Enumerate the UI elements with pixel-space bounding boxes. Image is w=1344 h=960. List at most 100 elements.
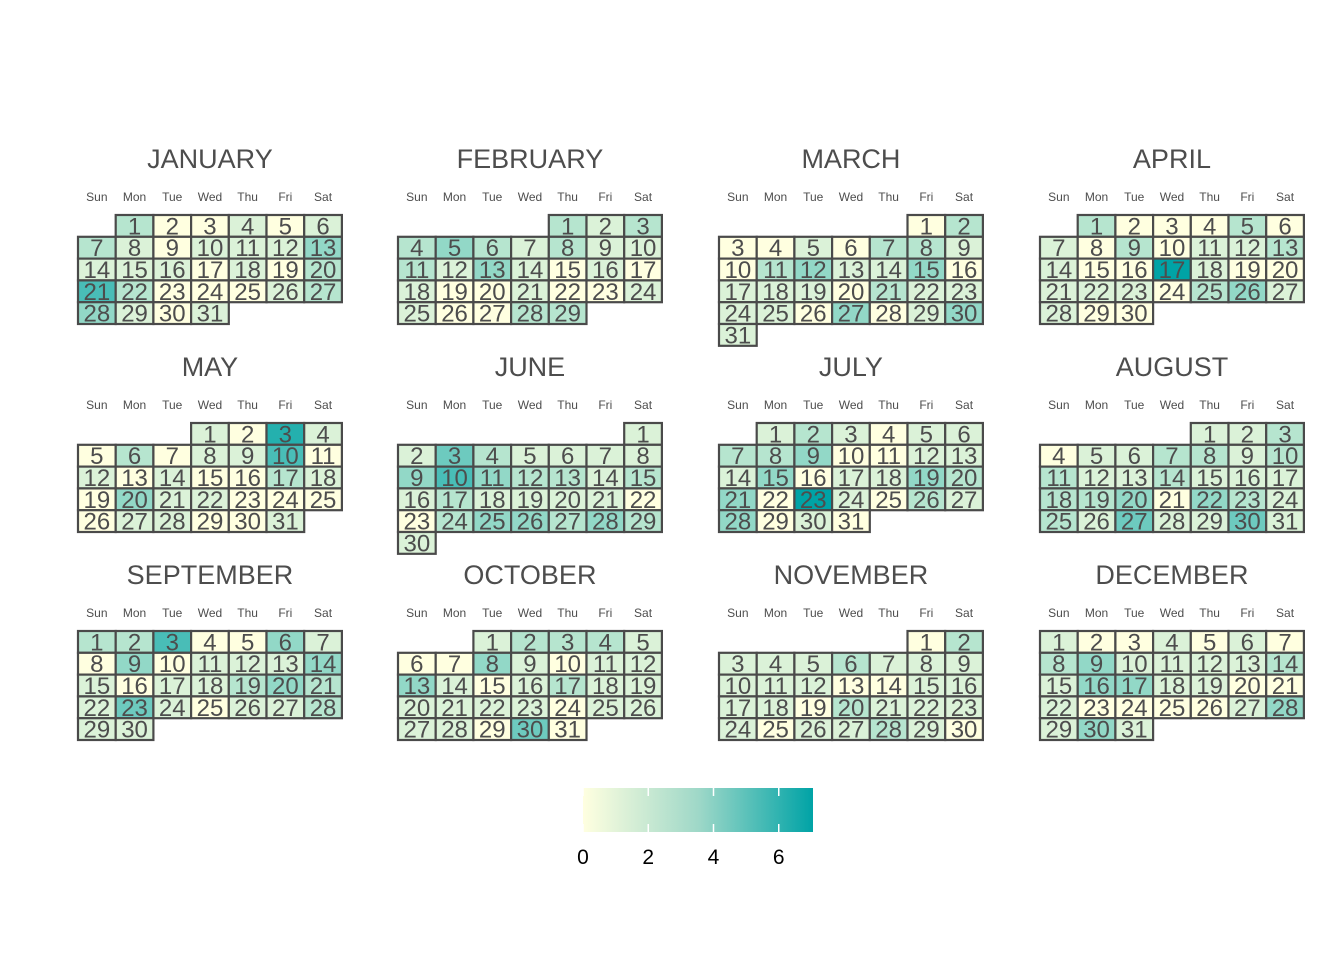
day-number: 29: [479, 717, 506, 744]
weekday-label: Fri: [919, 190, 933, 204]
weekday-label: Thu: [878, 606, 899, 620]
month-panel: JUNESun Mon Tue Wed Thu Fri Sat12 3 4 5 6 7 89 10 11 12…: [396, 352, 664, 557]
weekday-label: Fri: [919, 398, 933, 412]
month-panel: FEBRUARYSun Mon Tue Wed Thu Fri Sat1 2 34 5 6 7 8 9 10…: [396, 144, 664, 328]
day-number: 26: [1083, 509, 1110, 536]
weekday-label: Mon: [443, 190, 466, 204]
month-title: DECEMBER: [1095, 560, 1248, 590]
month-title: JUNE: [495, 352, 566, 382]
weekday-label: Thu: [878, 190, 899, 204]
day-number: 24: [1159, 279, 1186, 306]
weekday-label: Mon: [764, 398, 787, 412]
weekday-label: Tue: [803, 606, 824, 620]
day-number: 26: [913, 487, 940, 514]
day-number: 27: [1272, 279, 1299, 306]
weekday-label: Sun: [406, 190, 427, 204]
weekday-label: Mon: [1085, 606, 1108, 620]
month-title: JANUARY: [147, 144, 273, 174]
weekday-label: Fri: [278, 398, 292, 412]
day-number: 29: [197, 509, 224, 536]
weekday-label: Tue: [482, 190, 503, 204]
weekday-label: Wed: [1160, 190, 1184, 204]
weekday-label: Tue: [803, 190, 824, 204]
day-number: 28: [159, 509, 186, 536]
weekday-label: Sat: [955, 606, 974, 620]
day-number: 29: [762, 509, 789, 536]
weekday-label: Sat: [314, 190, 333, 204]
weekday-label: Wed: [198, 606, 222, 620]
day-number: 28: [1272, 695, 1299, 722]
day-number: 26: [1234, 279, 1261, 306]
day-number: 29: [121, 301, 148, 328]
weekday-label: Sun: [727, 190, 748, 204]
day-number: 29: [630, 509, 657, 536]
day-number: 26: [234, 695, 261, 722]
day-number: 26: [1196, 695, 1223, 722]
day-number: 27: [1234, 695, 1261, 722]
day-number: 27: [1121, 509, 1148, 536]
weekday-label: Fri: [1240, 606, 1254, 620]
day-number: 25: [762, 301, 789, 328]
day-number: 24: [630, 279, 657, 306]
color-legend: 0 2 4 6: [577, 788, 813, 869]
month-title: FEBRUARY: [457, 144, 604, 174]
month-title: AUGUST: [1116, 352, 1229, 382]
day-number: 30: [951, 717, 978, 744]
month-title: SEPTEMBER: [127, 560, 294, 590]
weekday-label: Sun: [1048, 190, 1069, 204]
day-number: 31: [197, 301, 224, 328]
weekday-label: Sun: [1048, 398, 1069, 412]
weekday-label: Tue: [803, 398, 824, 412]
weekday-label: Mon: [443, 398, 466, 412]
day-number: 31: [838, 509, 865, 536]
legend-tick-label: 0: [577, 846, 589, 869]
month-panel: NOVEMBERSun Mon Tue Wed Thu Fri Sat1 23 4 5 6 7 8 910…: [717, 560, 985, 744]
day-number: 29: [83, 717, 110, 744]
day-number: 26: [800, 717, 827, 744]
weekday-label: Tue: [162, 190, 183, 204]
month-panel: SEPTEMBERSun Mon Tue Wed Thu Fri Sat1 2 3 4 5 6 78 9 1…: [76, 560, 344, 744]
legend-tick-label: 2: [642, 846, 654, 869]
weekday-label: Sun: [86, 606, 107, 620]
day-number: 25: [1045, 509, 1072, 536]
weekday-label: Mon: [764, 190, 787, 204]
day-number: 28: [1159, 509, 1186, 536]
day-number: 26: [83, 509, 110, 536]
month-panels: JANUARYSun Mon Tue Wed Thu Fri Sat1 2 3 4 5 67 8 9 10 1…: [76, 144, 1305, 744]
day-number: 25: [234, 279, 261, 306]
day-number: 28: [310, 695, 337, 722]
weekday-label: Mon: [443, 606, 466, 620]
day-number: 31: [1121, 717, 1148, 744]
weekday-label: Fri: [598, 398, 612, 412]
day-number: 30: [951, 301, 978, 328]
day-number: 31: [724, 322, 751, 349]
legend-tick-label: 4: [708, 846, 720, 869]
day-number: 26: [272, 279, 299, 306]
month-panel: AUGUSTSun Mon Tue Wed Thu Fri Sat1 2 34 5 6 7 8 9 1011…: [1038, 352, 1305, 536]
day-number: 23: [592, 279, 619, 306]
day-number: 27: [838, 301, 865, 328]
weekday-label: Sat: [955, 190, 974, 204]
day-number: 27: [121, 509, 148, 536]
weekday-label: Thu: [878, 398, 899, 412]
weekday-label: Fri: [278, 190, 292, 204]
weekday-label: Thu: [237, 398, 258, 412]
month-panel: MARCHSun Mon Tue Wed Thu Fri Sat1 23 4 5 6 7 8 910 11 1…: [717, 144, 985, 349]
weekday-label: Wed: [518, 190, 542, 204]
weekday-label: Sun: [727, 606, 748, 620]
weekday-label: Fri: [919, 606, 933, 620]
day-number: 30: [1121, 301, 1148, 328]
weekday-label: Sat: [634, 190, 653, 204]
day-number: 24: [159, 695, 186, 722]
weekday-label: Mon: [764, 606, 787, 620]
weekday-label: Mon: [123, 606, 146, 620]
day-number: 30: [121, 717, 148, 744]
day-number: 24: [441, 509, 468, 536]
weekday-label: Tue: [1124, 190, 1145, 204]
day-number: 28: [517, 301, 544, 328]
month-title: NOVEMBER: [774, 560, 929, 590]
month-title: JULY: [819, 352, 883, 382]
day-number: 28: [875, 717, 902, 744]
month-panel: DECEMBERSun Mon Tue Wed Thu Fri Sat1 2 3 4 5 6 78 9 10…: [1038, 560, 1305, 744]
weekday-label: Thu: [557, 606, 578, 620]
